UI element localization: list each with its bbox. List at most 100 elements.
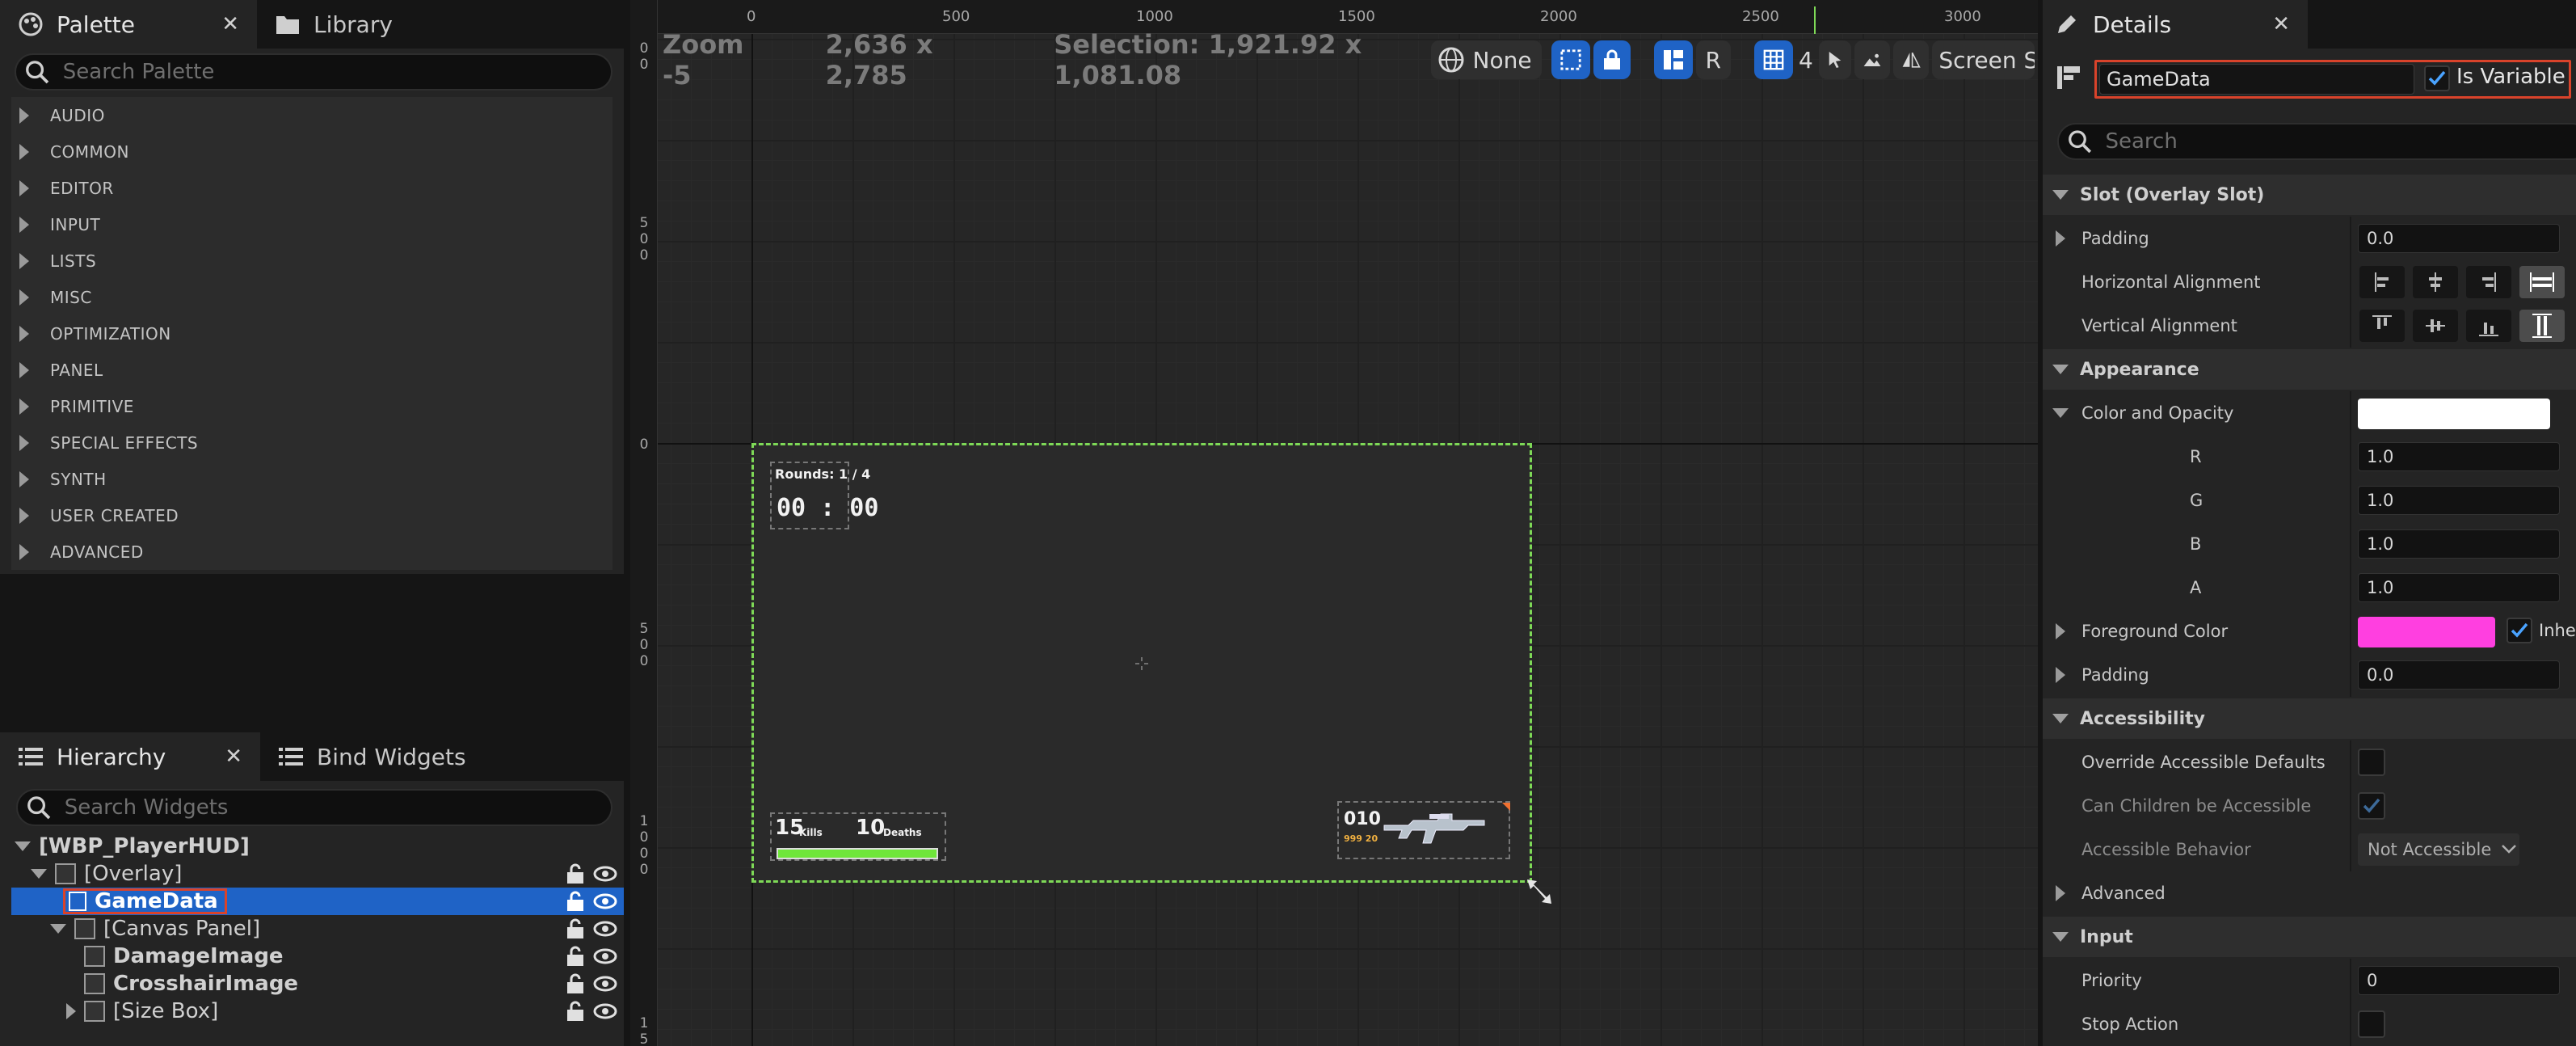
lock-icon[interactable] xyxy=(564,890,587,913)
color-r-field[interactable]: 1.0 xyxy=(2358,442,2560,471)
tab-library[interactable]: Library xyxy=(257,0,410,49)
section-input[interactable]: Input xyxy=(2043,917,2576,957)
ruler-vertical[interactable]: 00 500 0 500 1000 15 xyxy=(630,0,658,1046)
category-optimization[interactable]: OPTIMIZATION xyxy=(11,315,612,352)
eye-icon[interactable] xyxy=(593,917,617,940)
eye-icon[interactable] xyxy=(593,863,617,885)
halign-fill-button[interactable] xyxy=(2519,266,2565,298)
valign-center-button[interactable] xyxy=(2413,310,2458,342)
inherit-checkbox[interactable] xyxy=(2507,618,2532,643)
valign-fill-button[interactable] xyxy=(2519,310,2565,342)
palette-icon xyxy=(18,11,44,37)
mirror-button[interactable] xyxy=(1893,40,1930,79)
section-appearance[interactable]: Appearance xyxy=(2043,349,2576,390)
lock-icon[interactable] xyxy=(564,863,587,885)
tab-palette[interactable]: Palette ✕ xyxy=(0,0,257,49)
tree-item-gamedata[interactable]: GameData xyxy=(11,888,624,915)
designer-viewport[interactable]: 0 500 1000 1500 2000 2500 3000 00 500 0 … xyxy=(630,0,2038,1046)
category-input[interactable]: INPUT xyxy=(11,206,612,243)
expand-arrow-icon[interactable] xyxy=(2056,667,2065,683)
background-image-button[interactable] xyxy=(1854,40,1891,79)
hierarchy-search-input[interactable] xyxy=(64,795,611,820)
eye-icon[interactable] xyxy=(593,1000,617,1023)
tree-item-overlay[interactable]: [Overlay] xyxy=(11,860,624,888)
lock-icon[interactable] xyxy=(564,972,587,995)
palette-search-input[interactable] xyxy=(62,60,611,84)
eye-icon[interactable] xyxy=(593,972,617,995)
expand-arrow-icon[interactable] xyxy=(2056,885,2065,901)
collapse-arrow-icon[interactable] xyxy=(2052,408,2069,418)
priority-field[interactable]: 0 xyxy=(2358,966,2560,995)
align-right-icon xyxy=(2482,272,2496,292)
category-primitive[interactable]: PRIMITIVE xyxy=(11,388,612,424)
expand-arrow-icon[interactable] xyxy=(66,1003,76,1019)
tree-item-crosshairimage[interactable]: CrosshairImage xyxy=(11,970,624,997)
lock-icon[interactable] xyxy=(564,1000,587,1023)
override-accessible-checkbox[interactable] xyxy=(2358,749,2385,776)
tab-bind-widgets[interactable]: Bind Widgets xyxy=(260,732,484,781)
tab-hierarchy[interactable]: Hierarchy ✕ xyxy=(0,732,260,781)
hierarchy-search[interactable] xyxy=(16,789,612,826)
category-editor[interactable]: EDITOR xyxy=(11,170,612,206)
respect-locks-toggle[interactable] xyxy=(1593,40,1631,79)
tab-details[interactable]: Details ✕ xyxy=(2043,0,2308,49)
expand-arrow-icon[interactable] xyxy=(2056,623,2065,639)
category-lists[interactable]: LISTS xyxy=(11,243,612,279)
color-g-field[interactable]: 1.0 xyxy=(2358,486,2560,515)
stop-action-checkbox[interactable] xyxy=(2358,1010,2385,1038)
localization-button[interactable]: None xyxy=(1430,40,1542,79)
foreground-color-swatch[interactable] xyxy=(2358,617,2495,647)
is-variable-checkbox[interactable] xyxy=(2424,65,2450,91)
palette-search[interactable] xyxy=(15,53,612,91)
tree-item-damageimage[interactable]: DamageImage xyxy=(11,943,624,970)
color-opacity-swatch[interactable] xyxy=(2358,399,2550,429)
collapse-arrow-icon[interactable] xyxy=(31,869,47,879)
valign-top-button[interactable] xyxy=(2359,310,2405,342)
category-audio[interactable]: AUDIO xyxy=(11,97,612,133)
tree-item-wbp-playerhud[interactable]: [WBP_PlayerHUD] xyxy=(11,833,624,860)
color-b-field[interactable]: 1.0 xyxy=(2358,529,2560,559)
expand-arrow-icon[interactable] xyxy=(2056,230,2065,247)
color-a-field[interactable]: 1.0 xyxy=(2358,573,2560,602)
details-search-input[interactable] xyxy=(2105,129,2576,154)
layout-toggle[interactable] xyxy=(1653,40,1693,79)
valign-bottom-button[interactable] xyxy=(2466,310,2511,342)
eye-icon[interactable] xyxy=(593,890,617,913)
category-special-effects[interactable]: SPECIAL EFFECTS xyxy=(11,424,612,461)
category-advanced[interactable]: ADVANCED xyxy=(11,534,612,570)
category-user-created[interactable]: USER CREATED xyxy=(11,497,612,534)
category-panel[interactable]: PANEL xyxy=(11,352,612,388)
category-common[interactable]: COMMON xyxy=(11,133,612,170)
widget-name-field[interactable]: GameData xyxy=(2099,64,2414,95)
can-children-checkbox[interactable] xyxy=(2358,792,2385,820)
close-icon[interactable]: ✕ xyxy=(189,12,239,36)
close-icon[interactable]: ✕ xyxy=(2240,12,2290,36)
category-misc[interactable]: MISC xyxy=(11,279,612,315)
select-mode-button[interactable] xyxy=(1819,40,1852,79)
lock-icon[interactable] xyxy=(564,945,587,968)
resize-handle-icon[interactable] xyxy=(1524,876,1556,909)
halign-left-button[interactable] xyxy=(2359,266,2405,298)
section-accessibility[interactable]: Accessibility xyxy=(2043,698,2576,739)
dashed-outline-toggle[interactable] xyxy=(1551,40,1590,79)
collapse-arrow-icon[interactable] xyxy=(15,841,31,851)
eye-icon[interactable] xyxy=(593,945,617,968)
grid-snap-toggle[interactable] xyxy=(1753,40,1793,79)
halign-center-button[interactable] xyxy=(2413,266,2458,298)
tree-item-canvas-panel[interactable]: [Canvas Panel] xyxy=(11,915,624,943)
accessible-behavior-dropdown[interactable]: Not Accessible xyxy=(2358,833,2519,866)
category-synth[interactable]: SYNTH xyxy=(11,461,612,497)
collapse-arrow-icon[interactable] xyxy=(50,924,66,934)
close-icon[interactable]: ✕ xyxy=(192,744,242,769)
section-slot[interactable]: Slot (Overlay Slot) xyxy=(2043,175,2576,215)
details-search[interactable] xyxy=(2057,123,2576,160)
halign-right-button[interactable] xyxy=(2466,266,2511,298)
design-surface-outline[interactable]: Rounds: 1 / 4 00 : 00 15 Kills 10 Deaths… xyxy=(751,443,1532,883)
lock-icon[interactable] xyxy=(564,917,587,940)
padding-field[interactable]: 0.0 xyxy=(2358,224,2560,253)
tree-item-size-box[interactable]: [Size Box] xyxy=(11,997,624,1025)
screen-size-dropdown[interactable]: Screen Size xyxy=(1932,40,2035,79)
grid-size-value[interactable]: 4 xyxy=(1796,40,1816,79)
padding-appearance-field[interactable]: 0.0 xyxy=(2358,660,2560,690)
refresh-r-button[interactable]: R xyxy=(1695,40,1731,79)
